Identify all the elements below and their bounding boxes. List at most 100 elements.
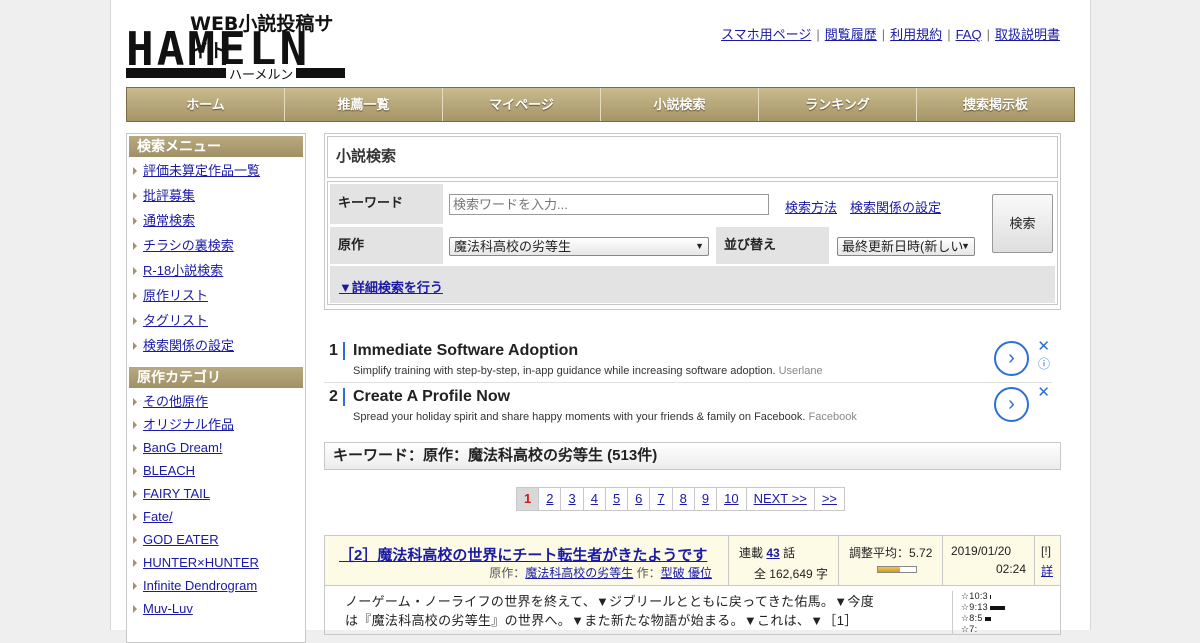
chevron-right-icon[interactable]: › bbox=[994, 387, 1029, 422]
origin-label: 原作： bbox=[489, 566, 526, 580]
novel-flag-cell: [!] 詳 bbox=[1035, 536, 1060, 585]
rating-distribution: ☆10:3 ☆9:13 ☆8:5 ☆7: bbox=[951, 591, 1005, 635]
sidebar-link[interactable]: 批評募集 bbox=[143, 188, 195, 203]
category-link[interactable]: HUNTER×HUNTER bbox=[143, 555, 259, 570]
sidebar-link[interactable]: チラシの裏検索 bbox=[143, 238, 234, 253]
nav-novel-search[interactable]: 小説検索 bbox=[601, 88, 759, 121]
ad-title[interactable]: Immediate Software Adoption bbox=[353, 342, 578, 360]
category-link[interactable]: BanG Dream! bbox=[143, 440, 222, 455]
page-next[interactable]: NEXT >> bbox=[745, 487, 815, 511]
search-form: キーワード 検索方法 検索関係の設定 原作 魔法科高校の劣等生 ▼ 並び替え 最… bbox=[327, 181, 1058, 305]
summary-line: は『魔法科高校の劣等生』の世界へ。▼また新たな物語が始まる。▼これは、▼［1］ bbox=[345, 613, 858, 628]
main-nav: ホーム 推薦一覧 マイページ 小説検索 ランキング 捜索掲示板 bbox=[126, 87, 1075, 122]
category-item: Infinite Dendrogram bbox=[129, 578, 303, 601]
sidebar-item-chirashi-search: チラシの裏検索 bbox=[129, 238, 303, 263]
category-link[interactable]: Muv-Luv bbox=[143, 601, 193, 616]
site-logo[interactable]: WEB小説投稿サイト HAMELN ハーメルン bbox=[126, 10, 346, 83]
chevron-right-icon[interactable]: › bbox=[994, 341, 1029, 376]
novel-count-cell: 連載 43 話 全 162,649 字 bbox=[729, 536, 839, 585]
search-button[interactable]: 検索 bbox=[992, 194, 1053, 253]
rating-bar bbox=[990, 605, 1005, 610]
sidebar-link[interactable]: 検索関係の設定 bbox=[143, 338, 234, 353]
search-menu-list: 評価未算定作品一覧 批評募集 通常検索 チラシの裏検索 R-18小説検索 原作リ… bbox=[129, 163, 303, 363]
search-menu-heading: 検索メニュー bbox=[129, 136, 303, 157]
update-time: 02:24 bbox=[995, 562, 1026, 576]
category-item: BanG Dream! bbox=[129, 440, 303, 463]
category-link[interactable]: Infinite Dendrogram bbox=[143, 578, 257, 593]
category-link[interactable]: オリジナル作品 bbox=[143, 417, 234, 432]
score-label: 調整平均： bbox=[849, 546, 910, 560]
page-link[interactable]: 3 bbox=[560, 487, 584, 511]
page-last[interactable]: >> bbox=[813, 487, 845, 511]
page-link[interactable]: 6 bbox=[627, 487, 651, 511]
category-link[interactable]: FAIRY TAIL bbox=[143, 486, 210, 501]
nav-ranking[interactable]: ランキング bbox=[759, 88, 917, 121]
page-link[interactable]: 4 bbox=[582, 487, 606, 511]
ad-description: Spread your holiday spirit and share hap… bbox=[353, 411, 857, 423]
novel-header: ［2］魔法科高校の世界にチート転生者がきたようです 原作：魔法科高校の劣等生 作… bbox=[325, 536, 1060, 586]
page-link[interactable]: 10 bbox=[716, 487, 747, 511]
category-heading: 原作カテゴリ bbox=[129, 367, 303, 388]
ad-item[interactable]: 2 Create A Profile Now Spread your holid… bbox=[324, 383, 1052, 429]
sidebar-link[interactable]: R-18小説検索 bbox=[143, 263, 223, 278]
origin-label: 原作 bbox=[330, 227, 443, 264]
novel-title-link[interactable]: ［2］魔法科高校の世界にチート転生者がきたようです bbox=[339, 547, 707, 564]
ad-item[interactable]: 1 Immediate Software Adoption Simplify t… bbox=[324, 337, 1052, 383]
sidebar-item-normal-search: 通常検索 bbox=[129, 213, 303, 238]
sidebar-link[interactable]: タグリスト bbox=[143, 313, 208, 328]
category-link[interactable]: BLEACH bbox=[143, 463, 195, 478]
page-link[interactable]: 5 bbox=[604, 487, 629, 511]
page-link[interactable]: 9 bbox=[693, 487, 718, 511]
category-item: Muv-Luv bbox=[129, 601, 303, 624]
nav-home[interactable]: ホーム bbox=[127, 88, 285, 121]
logo-kana: ハーメルン bbox=[226, 64, 297, 83]
rating-bar bbox=[984, 616, 991, 621]
category-link[interactable]: その他原作 bbox=[143, 394, 208, 409]
search-title: 小説検索 bbox=[327, 136, 1058, 178]
sort-select-value: 最終更新日時(新しい bbox=[842, 239, 964, 254]
category-link[interactable]: Fate/ bbox=[143, 509, 173, 524]
category-item: オリジナル作品 bbox=[129, 417, 303, 440]
search-help-link[interactable]: 検索方法 bbox=[785, 197, 837, 216]
page-link[interactable]: 2 bbox=[538, 487, 562, 511]
close-icon[interactable]: ✕ bbox=[1037, 337, 1050, 355]
episode-unit: 話 bbox=[783, 546, 796, 560]
close-icon[interactable]: ✕ bbox=[1037, 383, 1050, 401]
category-link[interactable]: GOD EATER bbox=[143, 532, 219, 547]
manual-link[interactable]: 取扱説明書 bbox=[995, 27, 1060, 42]
ad-desc-text: Simplify training with step-by-step, in-… bbox=[353, 365, 776, 377]
char-count: 全 162,649 字 bbox=[753, 567, 828, 581]
result-heading: キーワード：原作：魔法科高校の劣等生 (513件) bbox=[324, 442, 1061, 470]
sidebar-link[interactable]: 通常検索 bbox=[143, 213, 195, 228]
page-current: 1 bbox=[516, 487, 540, 511]
ad-title[interactable]: Create A Profile Now bbox=[353, 388, 510, 406]
page-link[interactable]: 8 bbox=[671, 487, 695, 511]
category-item: その他原作 bbox=[129, 394, 303, 417]
nav-search-board[interactable]: 捜索掲示板 bbox=[917, 88, 1074, 121]
rating-bar bbox=[990, 594, 991, 599]
terms-link[interactable]: 利用規約 bbox=[890, 27, 942, 42]
history-link[interactable]: 閲覧履歴 bbox=[825, 27, 877, 42]
sidebar-link[interactable]: 原作リスト bbox=[143, 288, 208, 303]
novel-origin-link[interactable]: 魔法科高校の劣等生 bbox=[525, 566, 633, 580]
page-link[interactable]: 7 bbox=[649, 487, 673, 511]
nav-mypage[interactable]: マイページ bbox=[443, 88, 601, 121]
nav-recommendations[interactable]: 推薦一覧 bbox=[285, 88, 443, 121]
origin-select[interactable]: 魔法科高校の劣等生 ▼ bbox=[449, 237, 709, 256]
search-settings-link[interactable]: 検索関係の設定 bbox=[850, 197, 941, 216]
sort-label: 並び替え bbox=[716, 227, 829, 264]
sidebar: 検索メニュー 評価未算定作品一覧 批評募集 通常検索 チラシの裏検索 R-18小… bbox=[126, 133, 306, 643]
novel-entry: ［2］魔法科高校の世界にチート転生者がきたようです 原作：魔法科高校の劣等生 作… bbox=[324, 535, 1061, 635]
rating-label: ☆8:5 bbox=[960, 613, 983, 623]
update-date: 2019/01/20 bbox=[951, 544, 1012, 558]
sidebar-link[interactable]: 評価未算定作品一覧 bbox=[143, 163, 260, 178]
info-icon[interactable]: ⓘ bbox=[1038, 355, 1050, 372]
keyword-input[interactable] bbox=[449, 194, 769, 215]
sort-select[interactable]: 最終更新日時(新しい ▼ bbox=[837, 237, 975, 256]
smartphone-page-link[interactable]: スマホ用ページ bbox=[721, 27, 811, 42]
episode-count-link[interactable]: 43 bbox=[766, 546, 779, 560]
faq-link[interactable]: FAQ bbox=[956, 27, 982, 42]
detail-link[interactable]: 詳 bbox=[1041, 562, 1060, 579]
novel-author-link[interactable]: 型破 優位 bbox=[661, 566, 712, 580]
detail-search-link[interactable]: ▼詳細検索を行う bbox=[339, 277, 443, 296]
